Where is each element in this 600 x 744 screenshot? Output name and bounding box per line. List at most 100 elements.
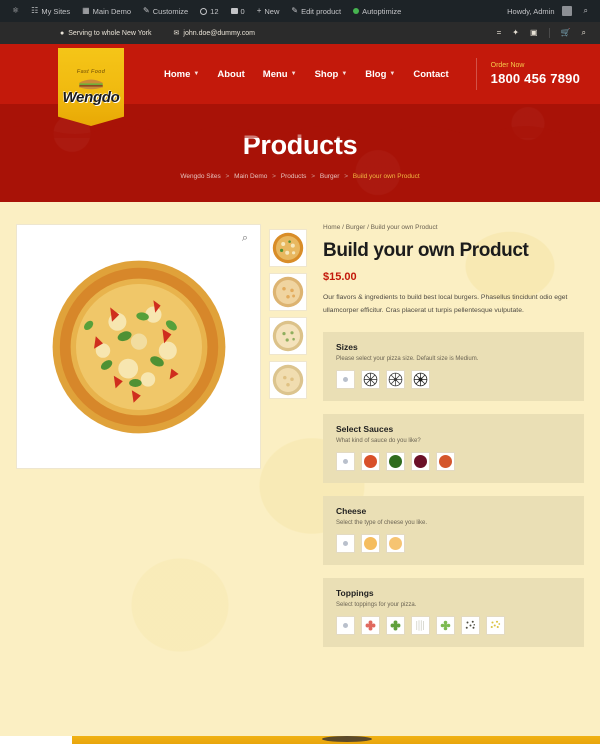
swatch-topping-corn[interactable]: [486, 615, 505, 635]
nav-label-home: Home: [164, 68, 191, 80]
site-logo[interactable]: Fast Food Wengdo: [58, 48, 124, 126]
burger-icon: [79, 79, 103, 90]
pizza-wheel-icon: [363, 372, 378, 386]
option-title-sauces: Select Sauces: [336, 423, 394, 434]
admin-bar-site-label: Main Demo: [92, 6, 132, 16]
sauce-dot: [389, 454, 402, 468]
product-description: Our flavors & ingredients to build best …: [323, 294, 568, 314]
nav-label-shop: Shop: [314, 68, 339, 80]
swatch-cheese-cheddar[interactable]: [361, 533, 380, 553]
product-price: $15.00: [323, 271, 357, 284]
thumbnail-pizza-2[interactable]: [269, 273, 307, 311]
option-block-sauces: Select Sauces What kind of sauce do you …: [323, 413, 584, 483]
swatch-topping-broccoli[interactable]: [386, 615, 405, 635]
swatch-size-small[interactable]: [361, 369, 380, 389]
breadcrumb-item-0[interactable]: Wengdo Sites: [180, 173, 220, 180]
admin-bar-new[interactable]: + New: [251, 0, 286, 22]
breadcrumb-item-1[interactable]: Main Demo: [234, 173, 267, 180]
swatch-reset[interactable]: [336, 615, 355, 635]
order-now-block[interactable]: Order Now 1800 456 7890: [491, 62, 580, 86]
nav-item-shop[interactable]: Shop ▼: [315, 69, 348, 80]
option-block-toppings: Toppings Select toppings for your pizza.: [323, 577, 584, 647]
wp-admin-bar: ⚛ ☷ My Sites ▦ Main Demo ✎ Customize 12 …: [0, 0, 600, 22]
nav-item-blog[interactable]: Blog ▼: [365, 69, 395, 80]
breadcrumb-item-2[interactable]: Products: [281, 173, 307, 180]
cart-icon[interactable]: 🛒: [561, 29, 571, 37]
instagram-icon[interactable]: ▣: [530, 29, 538, 37]
admin-bar-updates[interactable]: 12: [194, 0, 224, 22]
admin-bar-site-name[interactable]: ▦ Main Demo: [76, 0, 137, 22]
sauce-dot: [414, 454, 427, 468]
swatch-topping-olives[interactable]: [461, 615, 480, 635]
pizza-wheel-icon: [413, 372, 428, 386]
swatch-sauce-pesto[interactable]: [386, 451, 405, 471]
swatch-reset[interactable]: [336, 451, 355, 471]
swatch-size-large[interactable]: [411, 369, 430, 389]
avatar: [561, 6, 572, 16]
breadcrumb-sep: >: [225, 173, 230, 180]
admin-bar-autoptimize[interactable]: Autoptimize: [347, 0, 407, 22]
thumbnail-pizza-3-image: [272, 320, 304, 352]
twitter-icon[interactable]: ✦: [512, 29, 519, 37]
swatch-size-medium[interactable]: [386, 369, 405, 389]
admin-bar-new-label: New: [264, 6, 280, 16]
onion-icon: [416, 619, 424, 631]
admin-bar-comments[interactable]: 0: [225, 0, 251, 22]
top-info-bar: ● Serving to whole New York ✉ john.doe@d…: [0, 22, 600, 44]
thumbnail-pizza-4[interactable]: [269, 361, 307, 399]
product-summary: Home / Burger / Build your own Product B…: [315, 224, 584, 660]
swatch-topping-onion[interactable]: [411, 615, 430, 635]
swatch-sauce-tomato[interactable]: [361, 451, 380, 471]
logo-tagline: Fast Food: [76, 68, 106, 75]
nav-item-menu[interactable]: Menu ▼: [263, 69, 297, 80]
admin-bar-wordpress-logo[interactable]: ⚛: [6, 0, 25, 22]
pepperoni-icon: [365, 620, 376, 630]
sauce-dot: [364, 454, 377, 468]
breadcrumb-item-3[interactable]: Burger: [320, 173, 340, 180]
order-now-label: Order Now: [490, 62, 525, 69]
facebook-icon[interactable]: =: [497, 29, 502, 37]
product-breadcrumb[interactable]: Home / Burger / Build your own Product: [323, 224, 584, 231]
nav-item-contact[interactable]: Contact: [413, 69, 448, 80]
nav-item-about[interactable]: About: [217, 69, 244, 80]
product-main-image[interactable]: ⌕: [16, 224, 261, 469]
email-info[interactable]: ✉ john.doe@dummy.com: [174, 29, 255, 38]
pizza-illustration: [52, 260, 225, 433]
magnifier-icon[interactable]: ⌕: [239, 233, 251, 245]
option-title-sizes: Sizes: [336, 341, 358, 352]
broccoli-icon: [390, 620, 401, 630]
nav-label-contact: Contact: [413, 68, 449, 80]
search-icon[interactable]: ⌕: [582, 29, 586, 37]
swatch-topping-pepperoni[interactable]: [361, 615, 380, 635]
header-divider: [475, 58, 477, 90]
email-text: john.doe@dummy.com: [183, 29, 255, 37]
product-detail: ⌕ Home / Burger / Build your own Product…: [0, 224, 600, 660]
swatch-reset[interactable]: [336, 369, 355, 389]
swatch-sauce-bbq[interactable]: [411, 451, 430, 471]
admin-bar-edit-label: Edit product: [301, 6, 342, 16]
olives-icon: [465, 620, 475, 629]
herbs-icon: [440, 620, 451, 630]
swatch-topping-herbs[interactable]: [436, 615, 455, 635]
swatch-group-sizes: [336, 369, 571, 389]
option-subtitle-sauces: What kind of sauce do you like?: [336, 437, 421, 444]
option-subtitle-cheese: Select the type of cheese you like.: [336, 519, 428, 526]
admin-bar-howdy[interactable]: Howdy, Admin: [501, 0, 577, 22]
option-subtitle-sizes: Please select your pizza size. Default s…: [336, 355, 479, 362]
swatch-reset[interactable]: [336, 533, 355, 553]
swatch-sauce-chili[interactable]: [436, 451, 455, 471]
admin-bar-edit-product[interactable]: ✎ Edit product: [285, 0, 347, 22]
option-block-sizes: Sizes Please select your pizza size. Def…: [323, 331, 584, 401]
nav-item-home[interactable]: Home ▼: [164, 69, 199, 80]
thumbnail-pizza-3[interactable]: [269, 317, 307, 355]
option-block-cheese: Cheese Select the type of cheese you lik…: [323, 495, 584, 565]
customize-icon: ✎: [143, 6, 150, 15]
admin-bar-howdy-label: Howdy, Admin: [507, 6, 555, 16]
thumbnail-pizza-2-image: [272, 276, 304, 308]
admin-bar-my-sites[interactable]: ☷ My Sites: [25, 0, 76, 22]
admin-bar-search[interactable]: ⌕: [578, 0, 594, 22]
admin-bar-customize[interactable]: ✎ Customize: [137, 0, 194, 22]
thumbnail-pizza-1[interactable]: [269, 229, 307, 267]
option-title-toppings: Toppings: [336, 587, 374, 598]
swatch-cheese-mozzarella[interactable]: [386, 533, 405, 553]
